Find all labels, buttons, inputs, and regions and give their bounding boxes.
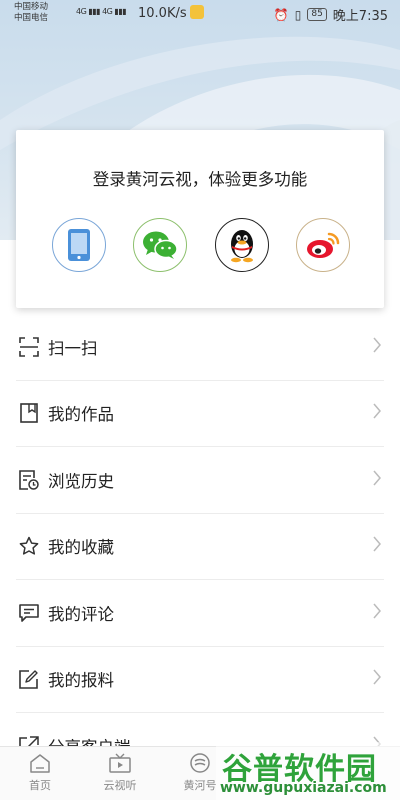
menu-item-label: 扫一扫: [48, 338, 98, 358]
phone-icon: [68, 229, 90, 261]
login-card: 登录黄河云视，体验更多功能: [16, 130, 384, 308]
status-bar: 中国移动 中国电信 4G ▮▮▮ 4G ▮▮▮ 10.0K/s ⏰ ▯ 85 晚…: [0, 0, 400, 28]
weibo-login-button[interactable]: [295, 218, 350, 272]
history-icon: [18, 469, 40, 491]
scan-icon: [18, 336, 40, 358]
menu-item-label: 浏览历史: [48, 471, 114, 491]
chevron-right-icon: [372, 337, 382, 357]
chevron-right-icon: [372, 470, 382, 490]
menu-item-my-works[interactable]: 我的作品: [16, 381, 384, 447]
alarm-icon: ⏰: [273, 7, 289, 22]
tab-label: 首页: [29, 779, 51, 792]
menu-item-label: 我的评论: [48, 604, 114, 624]
menu-item-label: 我的收藏: [48, 538, 114, 558]
chevron-right-icon: [372, 669, 382, 689]
wechat-login-button[interactable]: [133, 218, 188, 272]
menu-item-favorites[interactable]: 我的收藏: [16, 514, 384, 580]
qq-icon: [230, 230, 253, 263]
yellow-river-icon: [190, 753, 210, 773]
menu-list: 扫一扫 我的作品 浏览历史 我的收藏 我的评论 我的报料: [16, 314, 384, 780]
chevron-right-icon: [372, 403, 382, 423]
weibo-icon: [306, 232, 340, 258]
login-prompt[interactable]: 登录黄河云视，体验更多功能: [16, 166, 384, 190]
star-icon: [18, 535, 40, 557]
menu-item-reports[interactable]: 我的报料: [16, 647, 384, 713]
menu-item-label: 我的作品: [48, 405, 114, 425]
menu-item-comments[interactable]: 我的评论: [16, 580, 384, 647]
tab-home[interactable]: 首页: [0, 747, 80, 800]
menu-item-label: 我的报料: [48, 671, 114, 691]
watermark: 谷普软件园 www.gupuxiazai.com: [216, 742, 400, 800]
carrier-1: 中国移动: [14, 2, 49, 12]
chevron-right-icon: [372, 603, 382, 623]
tab-label: 黄河号: [183, 779, 217, 792]
menu-item-scan[interactable]: 扫一扫: [16, 314, 384, 381]
watermark-url: www.gupuxiazai.com: [220, 780, 387, 796]
bookmark-icon: [18, 402, 40, 424]
phone-login-button[interactable]: [52, 218, 106, 272]
edit-icon: [18, 668, 40, 690]
signal-icon: 4G ▮▮▮ 4G ▮▮▮: [76, 7, 127, 16]
home-icon: [30, 754, 50, 773]
carrier-info: 中国移动 中国电信: [14, 2, 48, 24]
chevron-right-icon: [372, 536, 382, 556]
carrier-2: 中国电信: [14, 13, 49, 23]
qq-login-button[interactable]: [214, 218, 269, 272]
battery-indicator: 85: [307, 8, 327, 21]
app-notification-icon: [190, 5, 204, 19]
status-right: ⏰ ▯ 85 晚上7:35: [273, 5, 388, 25]
tv-icon: [109, 753, 131, 773]
clock: 晚上7:35: [332, 9, 388, 24]
vibrate-icon: ▯: [294, 7, 302, 22]
menu-item-history[interactable]: 浏览历史: [16, 447, 384, 514]
tab-label: 云视听: [103, 779, 137, 792]
tab-cloud-tv[interactable]: 云视听: [80, 747, 160, 800]
comment-icon: [18, 602, 40, 624]
login-options: [52, 218, 350, 272]
wechat-icon: [143, 231, 179, 259]
net-speed: 10.0K/s: [138, 6, 187, 21]
